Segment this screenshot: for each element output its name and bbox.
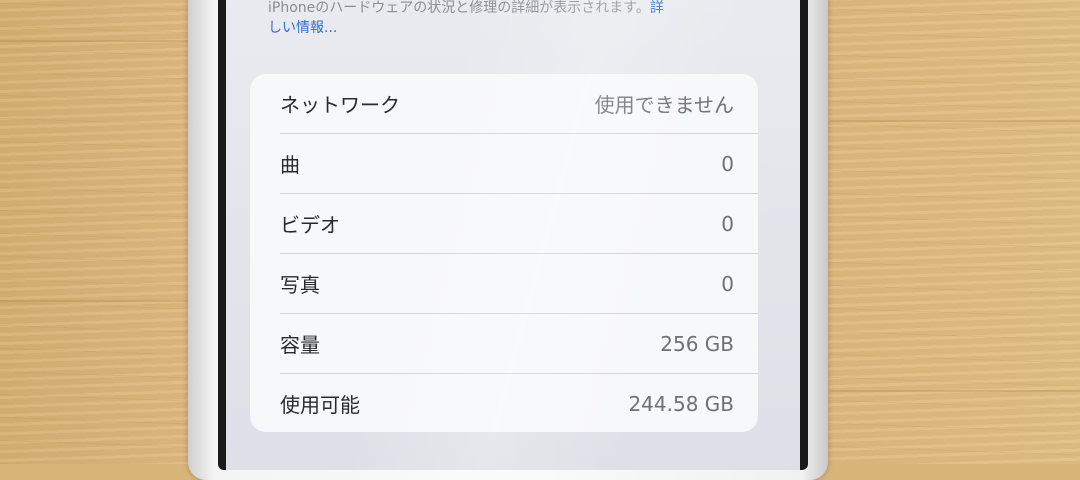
- row-available: 使用可能 244.58 GB: [250, 374, 758, 433]
- row-photos: 写真 0: [250, 254, 758, 313]
- row-value: 0: [721, 271, 734, 296]
- wood-grain: [830, 390, 1080, 392]
- footer-text: iPhoneのハードウェアの状況と修理の詳細が表示されます。: [268, 0, 650, 16]
- wood-grain: [830, 120, 1080, 122]
- row-value: 0: [721, 211, 734, 236]
- row-videos: ビデオ 0: [250, 194, 758, 253]
- wood-grain: [0, 40, 200, 42]
- row-value: 使用できません: [594, 93, 734, 117]
- row-label: 写真: [280, 273, 320, 297]
- row-label: ネットワーク: [280, 93, 400, 117]
- row-value: 0: [721, 151, 734, 176]
- row-value: 244.58 GB: [628, 391, 734, 416]
- settings-display: iPhoneのハードウェアの状況と修理の詳細が表示されます。詳 しい情報... …: [226, 0, 800, 470]
- more-info-link[interactable]: 詳: [650, 0, 664, 16]
- about-info-group: ネットワーク 使用できません 曲 0 ビデオ 0 写真 0 容量 256 GB …: [250, 74, 758, 432]
- row-capacity: 容量 256 GB: [250, 314, 758, 373]
- row-network: ネットワーク 使用できません: [250, 74, 758, 133]
- row-label: ビデオ: [280, 213, 340, 237]
- wood-grain: [0, 300, 190, 302]
- row-value: 256 GB: [660, 331, 734, 356]
- row-label: 曲: [280, 153, 300, 177]
- row-label: 使用可能: [280, 393, 360, 417]
- row-songs: 曲 0: [250, 134, 758, 193]
- row-label: 容量: [280, 333, 320, 357]
- more-info-link-continued[interactable]: しい情報...: [268, 20, 337, 36]
- hardware-info-footer: iPhoneのハードウェアの状況と修理の詳細が表示されます。詳 しい情報...: [268, 0, 768, 38]
